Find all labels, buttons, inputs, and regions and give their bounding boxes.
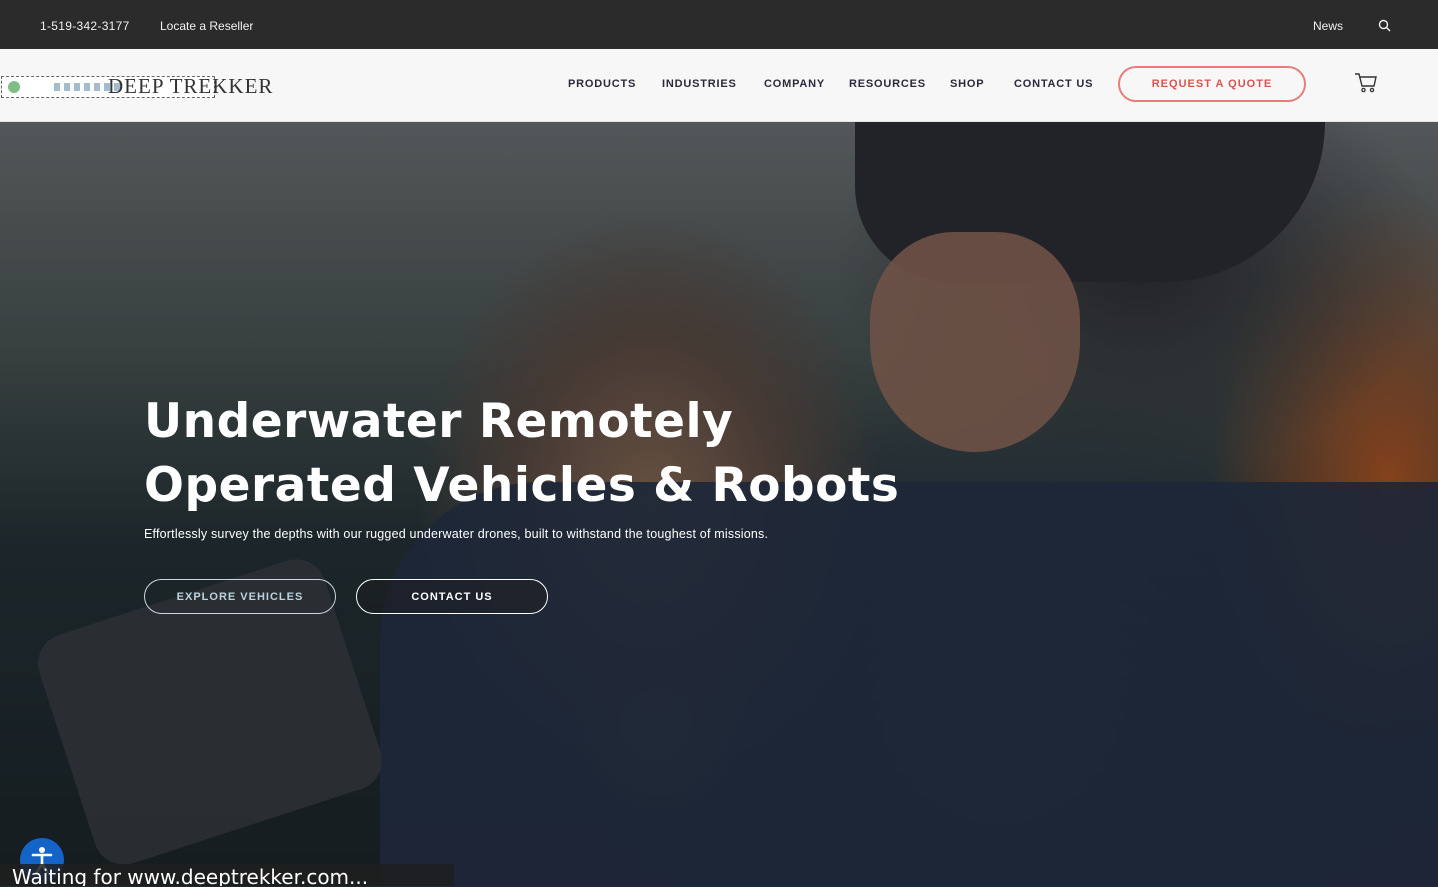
nav-shop[interactable]: SHOP (950, 78, 984, 90)
hero-title-line1: Underwater Remotely (144, 394, 734, 449)
logo-text[interactable]: DEEP TREKKER (108, 74, 273, 99)
hero-subtitle: Effortlessly survey the depths with our … (144, 527, 769, 541)
browser-status-bar: Waiting for www.deeptrekker.com... (0, 864, 454, 886)
cart-icon[interactable] (1354, 72, 1378, 94)
hero-title: Underwater Remotely Operated Vehicles & … (144, 390, 904, 518)
hero-title-line2: Operated Vehicles & Robots (144, 458, 900, 513)
nav-products[interactable]: PRODUCTS (568, 78, 636, 90)
request-quote-button[interactable]: REQUEST A QUOTE (1118, 66, 1306, 102)
hero-contact-us-button[interactable]: CONTACT US (356, 579, 548, 614)
logo-mark (8, 81, 20, 93)
nav-industries[interactable]: INDUSTRIES (662, 78, 737, 90)
locate-reseller-link[interactable]: Locate a Reseller (160, 19, 253, 33)
search-icon[interactable] (1378, 19, 1391, 32)
nav-company[interactable]: COMPANY (764, 78, 825, 90)
nav-contact-us[interactable]: CONTACT US (1014, 78, 1093, 90)
top-utility-bar: 1-519-342-3177 Locate a Reseller News (0, 0, 1438, 49)
explore-vehicles-button[interactable]: EXPLORE VEHICLES (144, 579, 336, 614)
news-link[interactable]: News (1313, 19, 1343, 33)
nav-resources[interactable]: RESOURCES (849, 78, 926, 90)
phone-number[interactable]: 1-519-342-3177 (40, 19, 130, 33)
main-header: DEEP TREKKER PRODUCTS INDUSTRIES COMPANY… (0, 49, 1438, 122)
hero-section: Underwater Remotely Operated Vehicles & … (0, 122, 1438, 886)
